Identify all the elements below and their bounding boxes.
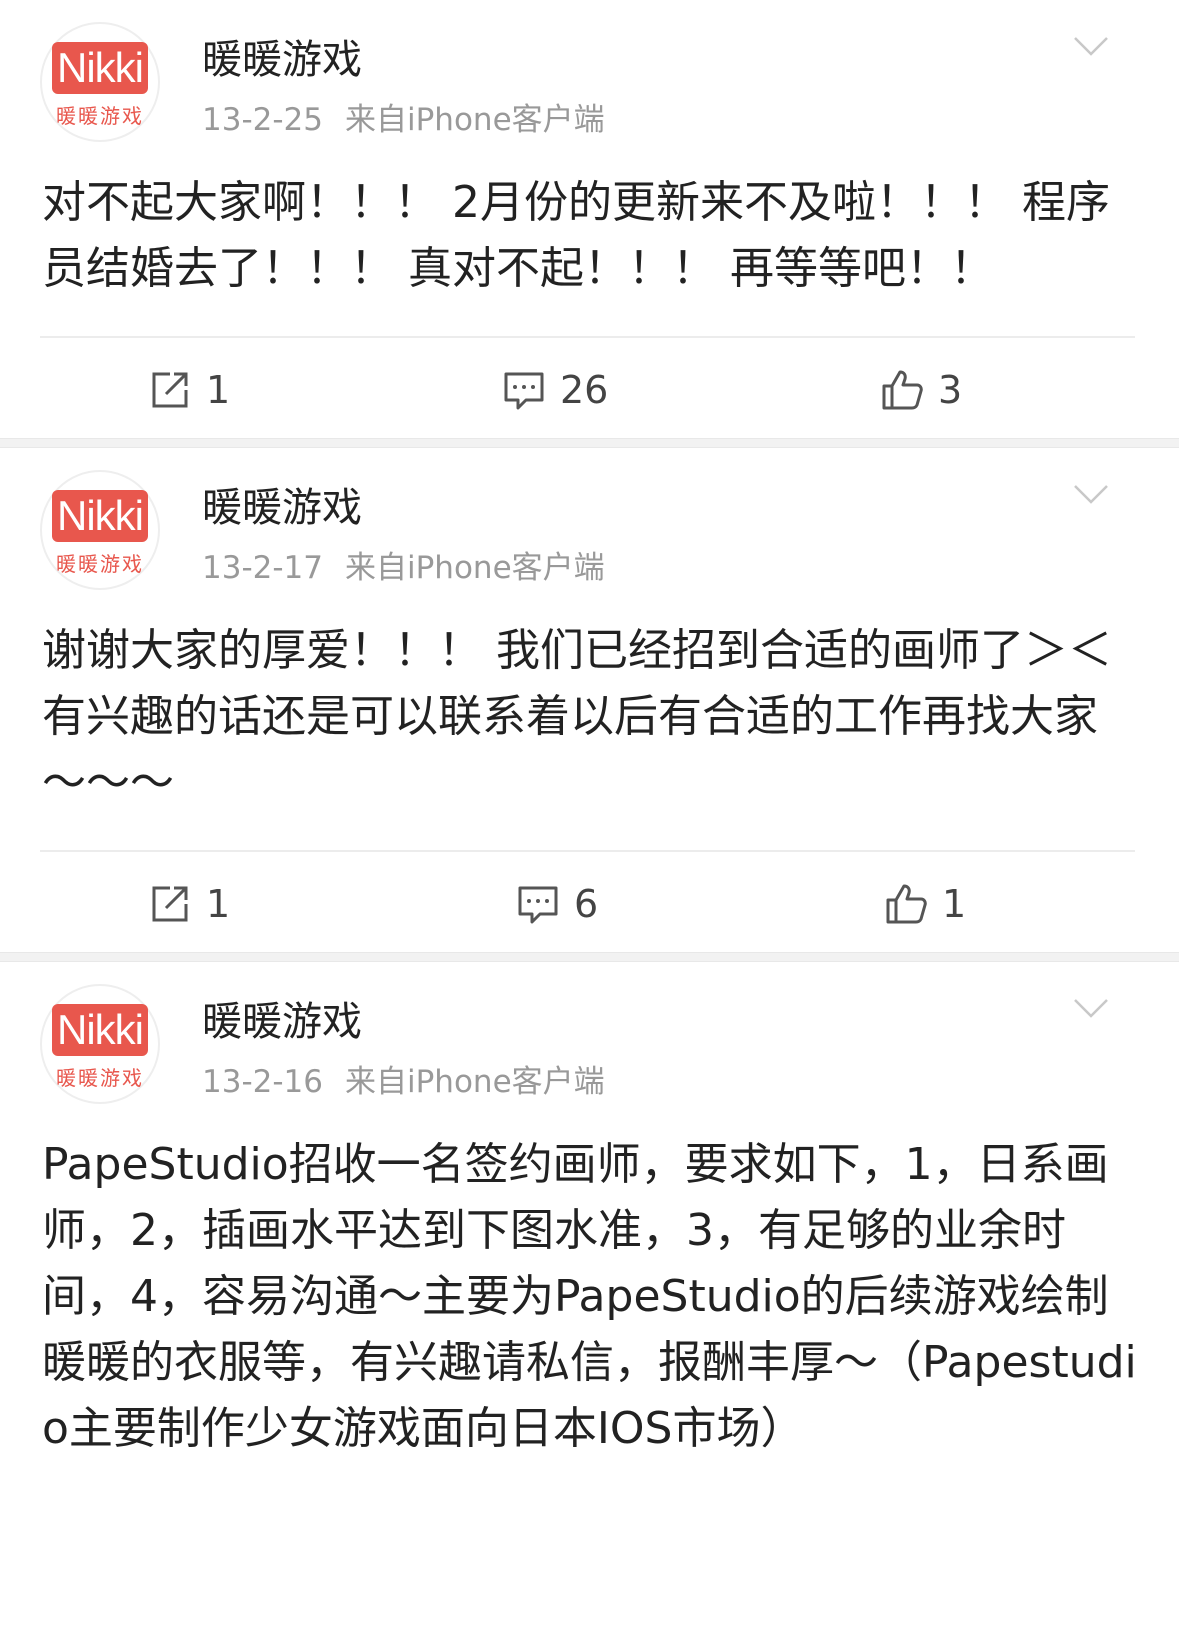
avatar[interactable]: Nikki 暖暖游戏 xyxy=(40,470,160,590)
repost-button[interactable]: 1 xyxy=(148,882,230,926)
post-source: 来自iPhone客户端 xyxy=(345,550,605,586)
chevron-down-icon[interactable] xyxy=(1073,994,1109,1022)
like-count: 1 xyxy=(942,882,967,926)
weibo-feed: Nikki 暖暖游戏 暖暖游戏 13-2-25 来自iPhone客户端 对不起大家… xyxy=(0,0,1179,1482)
nikki-logo: Nikki xyxy=(52,42,148,94)
post-card: Nikki 暖暖游戏 暖暖游戏 13-2-17 来自iPhone客户端 谢谢大家的… xyxy=(0,448,1179,952)
action-bar: 1 6 1 xyxy=(0,852,1179,952)
post-meta: 13-2-16 来自iPhone客户端 xyxy=(202,1062,605,1102)
chevron-down-icon[interactable] xyxy=(1073,480,1109,508)
author-name[interactable]: 暖暖游戏 xyxy=(202,998,362,1046)
post-card: Nikki 暖暖游戏 暖暖游戏 13-2-25 来自iPhone客户端 对不起大家… xyxy=(0,0,1179,438)
comment-bubble-icon xyxy=(518,886,558,924)
post-header: Nikki 暖暖游戏 暖暖游戏 13-2-16 来自iPhone客户端 xyxy=(0,962,1179,1112)
thumbs-up-icon xyxy=(882,370,923,410)
share-square-icon xyxy=(152,372,188,408)
nikki-logo: Nikki xyxy=(52,1004,148,1056)
post-text: PapeStudio招收一名签约画师，要求如下，1，日系画师，2，插画水平达到下… xyxy=(42,1139,1137,1454)
avatar[interactable]: Nikki 暖暖游戏 xyxy=(40,22,160,142)
repost-button[interactable]: 1 xyxy=(148,368,230,412)
post-source: 来自iPhone客户端 xyxy=(345,102,605,138)
nikki-logo-subtitle: 暖暖游戏 xyxy=(56,552,144,576)
repost-count: 1 xyxy=(206,368,231,412)
post-date: 13-2-17 xyxy=(202,550,323,586)
post-meta: 13-2-17 来自iPhone客户端 xyxy=(202,548,605,588)
comment-button[interactable]: 26 xyxy=(502,368,608,412)
nikki-logo-subtitle: 暖暖游戏 xyxy=(56,1066,144,1090)
post-text: 谢谢大家的厚爱！！！ 我们已经招到合适的画师了＞＜有兴趣的话还是可以联系着以后有… xyxy=(42,625,1112,808)
post-header: Nikki 暖暖游戏 暖暖游戏 13-2-17 来自iPhone客户端 xyxy=(0,448,1179,598)
action-bar: 1 26 3 xyxy=(0,338,1179,438)
thumbs-up-icon xyxy=(886,884,927,924)
comment-count: 26 xyxy=(560,368,609,412)
post-date: 13-2-16 xyxy=(202,1064,323,1100)
repost-count: 1 xyxy=(206,882,231,926)
like-button[interactable]: 3 xyxy=(880,368,962,412)
avatar[interactable]: Nikki 暖暖游戏 xyxy=(40,984,160,1104)
share-square-icon xyxy=(152,886,188,922)
post-card: Nikki 暖暖游戏 暖暖游戏 13-2-16 来自iPhone客户端 PapeS… xyxy=(0,962,1179,1482)
author-name[interactable]: 暖暖游戏 xyxy=(202,36,362,84)
comment-bubble-icon xyxy=(504,372,544,410)
comment-count: 6 xyxy=(574,882,599,926)
post-separator xyxy=(0,952,1179,962)
post-source: 来自iPhone客户端 xyxy=(345,1064,605,1100)
post-header: Nikki 暖暖游戏 暖暖游戏 13-2-25 来自iPhone客户端 xyxy=(0,0,1179,150)
like-button[interactable]: 1 xyxy=(884,882,966,926)
chevron-down-icon[interactable] xyxy=(1073,32,1109,60)
post-text: 对不起大家啊！！！ 2月份的更新来不及啦！！！ 程序员结婚去了！！！ 真对不起！… xyxy=(42,177,1110,294)
post-meta: 13-2-25 来自iPhone客户端 xyxy=(202,100,605,140)
post-separator xyxy=(0,438,1179,448)
nikki-logo: Nikki xyxy=(52,490,148,542)
comment-button[interactable]: 6 xyxy=(516,882,598,926)
like-count: 3 xyxy=(938,368,963,412)
post-date: 13-2-25 xyxy=(202,102,323,138)
nikki-logo-subtitle: 暖暖游戏 xyxy=(56,104,144,128)
author-name[interactable]: 暖暖游戏 xyxy=(202,484,362,532)
